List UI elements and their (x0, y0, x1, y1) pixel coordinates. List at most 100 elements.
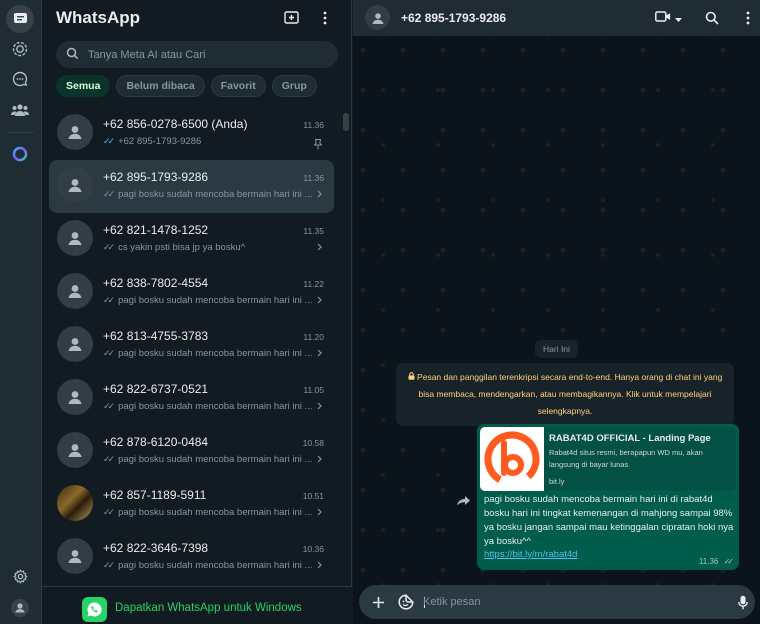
read-ticks-icon: ✓✓ (103, 189, 115, 199)
conversation-header[interactable]: +62 895-1793-9286 (353, 0, 760, 36)
meta-ai-icon[interactable] (9, 143, 31, 165)
chat-list-item[interactable]: +62 895-1793-9286 11.36 ✓✓ pagi bosku sudah… (49, 160, 334, 213)
filter-chip-grup[interactable]: Grup (271, 75, 317, 97)
link-preview-title: RABAT4D OFFICIAL - Landing Page (549, 433, 711, 444)
contact-name[interactable]: +62 895-1793-9286 (401, 11, 506, 25)
video-camera-icon (655, 9, 671, 27)
chat-name: +62 856-0278-6500 (Anda) (103, 117, 248, 131)
chat-preview-text: pagi bosku sudah mencoba bermain hari in… (118, 189, 313, 200)
get-app-label: Dapatkan WhatsApp untuk Windows (115, 602, 302, 614)
chat-name: +62 822-3646-7398 (103, 541, 209, 555)
search-chat-icon[interactable] (705, 8, 719, 28)
chat-list: +62 856-0278-6500 (Anda) 11.36 ✓✓ +62 895-1… (49, 107, 334, 584)
person-icon (68, 338, 82, 351)
chat-time: 10.58 (302, 438, 324, 448)
chat-time: 10.36 (302, 544, 324, 554)
chat-preview: ✓✓ +62 895-1793-9286 (103, 136, 313, 147)
communities-icon[interactable] (9, 99, 31, 121)
chat-name: +62 895-1793-9286 (103, 170, 209, 184)
chat-preview-text: pagi bosku sudah mencoba bermain hari in… (118, 401, 313, 412)
read-ticks-icon: ✓✓ (103, 507, 115, 517)
search-input[interactable] (88, 41, 328, 68)
channels-icon[interactable] (9, 68, 31, 90)
chevron-right-icon[interactable] (317, 243, 322, 253)
search-bar (56, 41, 338, 68)
chevron-right-icon[interactable] (317, 190, 322, 200)
outgoing-message[interactable]: RABAT4D OFFICIAL - Landing Page Rabat4d … (477, 424, 739, 570)
conversation-menu-icon[interactable] (746, 8, 750, 28)
video-call-button[interactable] (655, 8, 682, 28)
chevron-right-icon[interactable] (317, 349, 322, 359)
chat-time: 11.05 (303, 385, 324, 395)
read-ticks-icon: ✓✓ (103, 242, 115, 252)
link-preview-thumbnail (480, 427, 544, 491)
read-ticks-icon: ✓✓ (103, 560, 115, 570)
message-composer (359, 585, 755, 619)
chat-preview-text: pagi bosku sudah mencoba bermain hari in… (118, 295, 313, 306)
chat-preview: ✓✓ pagi bosku sudah mencoba bermain hari … (103, 348, 313, 359)
chat-list-item[interactable]: +62 822-6737-0521 11.05 ✓✓ pagi bosku sudah… (49, 372, 334, 425)
profile-avatar[interactable] (9, 597, 31, 619)
message-timestamp: 11.36 ✓✓ (699, 557, 734, 566)
chevron-right-icon[interactable] (317, 561, 322, 571)
chat-preview: ✓✓ pagi bosku sudah mencoba bermain hari … (103, 401, 313, 412)
chat-preview-text: cs yakin psti bisa jp ya bosku^ (118, 242, 246, 253)
message-link[interactable]: https://bit.ly/m/rabat4d (484, 549, 577, 560)
chat-list-item[interactable]: +62 856-0278-6500 (Anda) 11.36 ✓✓ +62 895-1… (49, 107, 334, 160)
filter-chip-favorit[interactable]: Favorit (210, 75, 266, 97)
get-app-banner[interactable]: Dapatkan WhatsApp untuk Windows (42, 586, 352, 624)
status-icon[interactable] (9, 38, 31, 60)
chat-preview-text: +62 895-1793-9286 (118, 136, 202, 147)
attach-plus-icon[interactable] (369, 593, 387, 611)
chat-name: +62 838-7802-4554 (103, 276, 209, 290)
avatar (57, 379, 93, 415)
menu-icon[interactable] (315, 8, 335, 28)
microphone-icon[interactable] (734, 593, 752, 611)
chat-time: 11.20 (303, 332, 324, 342)
chat-name: +62 821-1478-1252 (103, 223, 209, 237)
chevron-right-icon[interactable] (317, 402, 322, 412)
whatsapp-logo-icon (82, 597, 107, 622)
message-input[interactable] (423, 585, 713, 619)
chat-preview: ✓✓ pagi bosku sudah mencoba bermain hari … (103, 560, 313, 571)
chat-time: 11.35 (303, 226, 324, 236)
chevron-right-icon[interactable] (317, 508, 322, 518)
chat-list-item[interactable]: +62 821-1478-1252 11.35 ✓✓ cs yakin psti bi… (49, 213, 334, 266)
chat-preview: ✓✓ pagi bosku sudah mencoba bermain hari … (103, 454, 313, 465)
chevron-right-icon[interactable] (317, 455, 322, 465)
person-icon (68, 391, 82, 404)
chat-list-panel: WhatsApp Semua Belum dibaca Favorit Grup… (42, 0, 352, 624)
chat-preview-text: pagi bosku sudah mencoba bermain hari in… (118, 454, 313, 465)
filter-chip-semua[interactable]: Semua (56, 75, 111, 97)
encryption-notice[interactable]: Pesan dan panggilan terenkripsi secara e… (396, 363, 734, 426)
chat-list-item[interactable]: +62 813-4755-3783 11.20 ✓✓ pagi bosku sudah… (49, 319, 334, 372)
chevron-right-icon[interactable] (317, 296, 322, 306)
avatar (57, 167, 93, 203)
scroll-up-arrow[interactable] (343, 108, 349, 121)
sticker-icon[interactable] (397, 593, 415, 611)
chat-name: +62 878-6120-0484 (103, 435, 209, 449)
avatar (57, 114, 93, 150)
settings-icon[interactable] (9, 565, 31, 587)
chat-name: +62 857-1189-5911 (103, 488, 207, 502)
chat-list-item[interactable]: +62 878-6120-0484 10.58 ✓✓ pagi bosku sudah… (49, 425, 334, 478)
link-preview[interactable]: RABAT4D OFFICIAL - Landing Page Rabat4d … (480, 427, 736, 491)
chat-list-item[interactable]: +62 822-3646-7398 10.36 ✓✓ pagi bosku sudah… (49, 531, 334, 584)
filter-chip-belum-dibaca[interactable]: Belum dibaca (116, 75, 205, 97)
chats-icon[interactable] (6, 5, 34, 33)
chat-time: 11.22 (303, 279, 324, 289)
chat-list-scrollbar[interactable] (343, 113, 349, 131)
forward-icon[interactable] (457, 492, 470, 510)
avatar (57, 538, 93, 574)
person-icon (68, 179, 82, 192)
read-ticks-icon: ✓✓ (103, 136, 115, 146)
chat-list-item[interactable]: +62 857-1189-5911 10.51 ✓✓ pagi bosku sudah… (49, 478, 334, 531)
lock-icon (408, 372, 417, 382)
chat-list-item[interactable]: +62 838-7802-4554 11.22 ✓✓ pagi bosku sudah… (49, 266, 334, 319)
read-ticks-icon: ✓✓ (103, 401, 115, 411)
conversation-panel: +62 895-1793-9286 Hari Ini Pesan dan pan… (353, 0, 760, 624)
chat-preview: ✓✓ pagi bosku sudah mencoba bermain hari … (103, 189, 313, 200)
new-chat-icon[interactable] (281, 8, 301, 28)
contact-avatar[interactable] (365, 5, 390, 30)
filter-chips: Semua Belum dibaca Favorit Grup (56, 75, 317, 97)
